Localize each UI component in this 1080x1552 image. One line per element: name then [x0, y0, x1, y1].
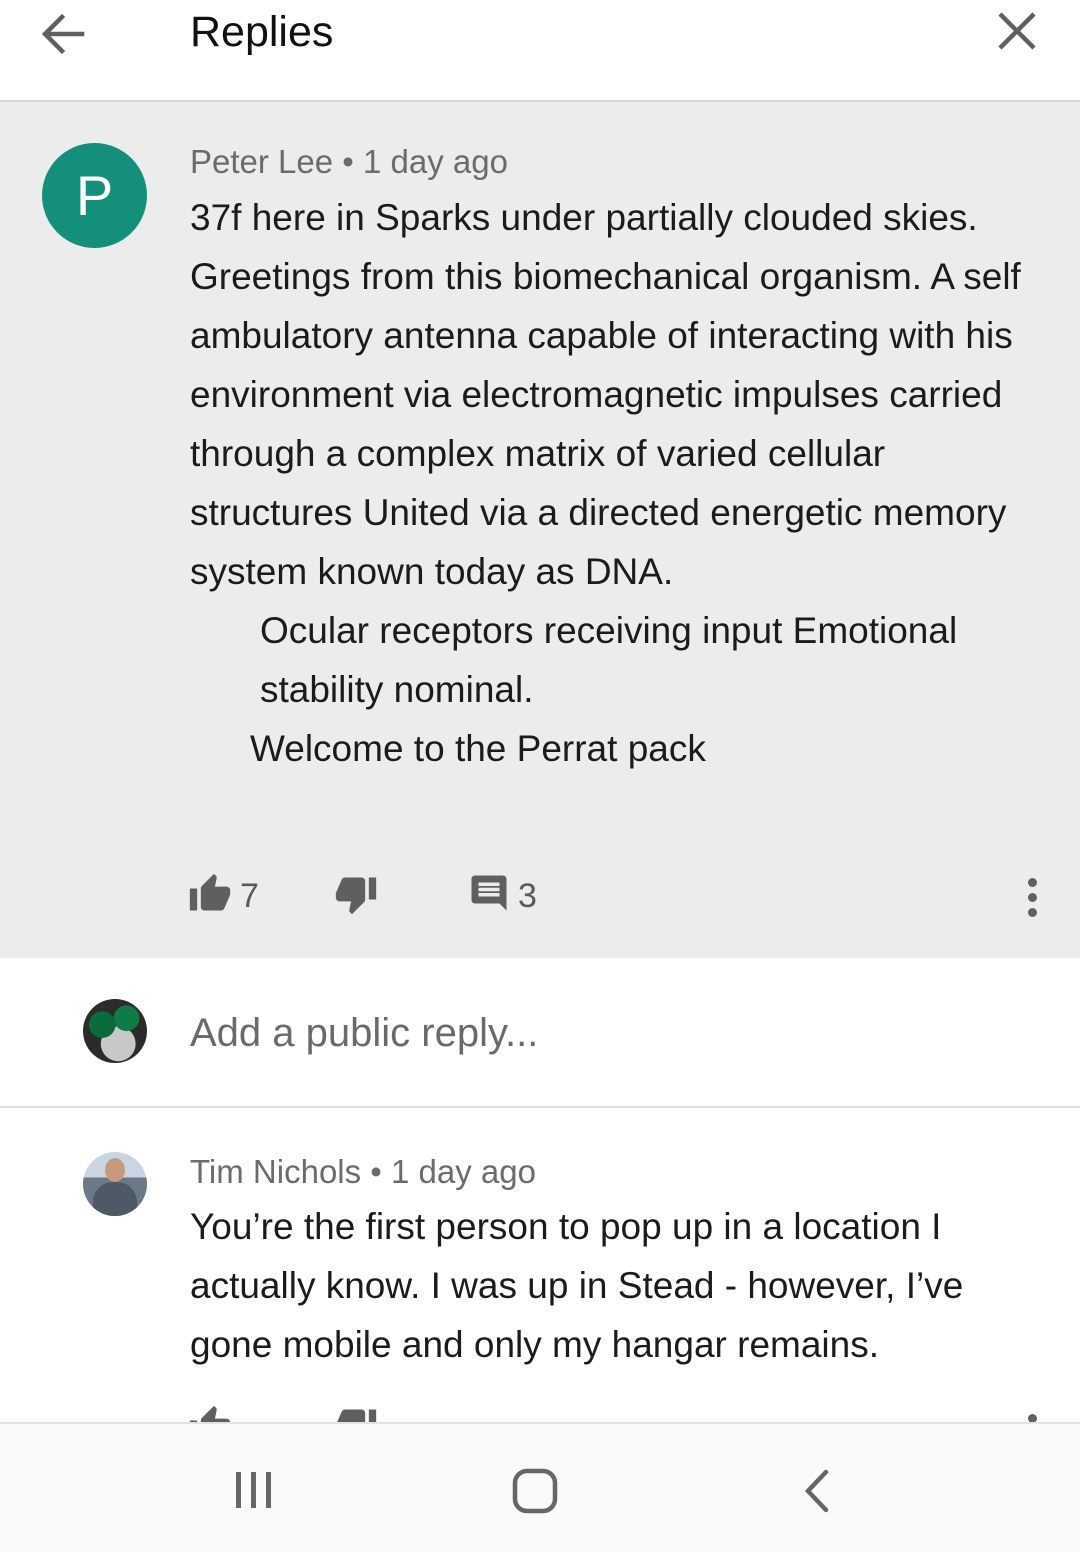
recent-apps-button[interactable] — [232, 1468, 276, 1517]
thumbs-down-icon — [337, 1409, 377, 1422]
system-nav-bar — [0, 1422, 1080, 1552]
comment-author[interactable]: Peter Lee — [190, 143, 333, 180]
comment-meta: Tim Nichols • 1 day ago — [190, 1152, 536, 1192]
comment-time: 1 day ago — [363, 143, 508, 180]
nav-back-button[interactable] — [798, 1468, 838, 1519]
top-bar: Replies — [0, 0, 1080, 102]
close-button[interactable] — [994, 8, 1040, 54]
recent-apps-icon — [236, 1472, 271, 1508]
avatar[interactable]: P — [42, 143, 147, 248]
like-count: 7 — [240, 877, 259, 915]
current-user-avatar — [83, 999, 147, 1063]
comment-author[interactable]: Tim Nichols — [190, 1153, 361, 1190]
like-button[interactable] — [188, 872, 232, 921]
meta-separator: • — [370, 1153, 382, 1190]
comment-icon — [471, 875, 507, 911]
reply-button[interactable] — [468, 872, 510, 919]
comment-time: 1 day ago — [391, 1153, 536, 1190]
avatar[interactable] — [83, 1152, 147, 1216]
dislike-button[interactable] — [334, 1404, 378, 1422]
reply-input[interactable]: Add a public reply... — [190, 1008, 538, 1058]
reply-comment: Tim Nichols • 1 day ago You’re the first… — [0, 1108, 1080, 1422]
arrow-left-icon — [41, 13, 85, 55]
home-icon — [512, 1468, 558, 1514]
more-vert-icon — [1028, 878, 1037, 917]
comment-actions: 7 3 — [188, 872, 1058, 922]
reply-count: 3 — [518, 877, 537, 915]
page-title: Replies — [190, 8, 334, 56]
add-reply-row: Add a public reply... — [0, 958, 1080, 1108]
more-vert-icon — [1028, 1414, 1037, 1422]
meta-separator: • — [342, 143, 354, 180]
thumbs-up-icon — [189, 1405, 231, 1422]
comment-text: 37f here in Sparks under partially cloud… — [190, 188, 1040, 778]
home-button[interactable] — [512, 1468, 558, 1519]
comment-meta: Peter Lee • 1 day ago — [190, 142, 508, 182]
comment-actions — [188, 1404, 1058, 1422]
more-options-button[interactable] — [1028, 1414, 1037, 1422]
thumbs-up-icon — [189, 873, 231, 911]
comment-paragraph: Welcome to the Perrat pack — [250, 728, 706, 769]
like-button[interactable] — [188, 1404, 232, 1422]
thumbs-down-icon — [335, 877, 377, 915]
parent-comment: P Peter Lee • 1 day ago 37f here in Spar… — [0, 102, 1080, 958]
comment-paragraph: Ocular receptors receiving input Emotion… — [260, 610, 958, 710]
dislike-button[interactable] — [334, 872, 378, 921]
nav-back-icon — [804, 1469, 829, 1513]
more-options-button[interactable] — [1028, 878, 1037, 923]
close-icon — [998, 12, 1036, 50]
comment-paragraph: 37f here in Sparks under partially cloud… — [190, 197, 1021, 592]
comment-text: You’re the first person to pop up in a l… — [190, 1206, 964, 1365]
back-button[interactable] — [38, 8, 90, 60]
